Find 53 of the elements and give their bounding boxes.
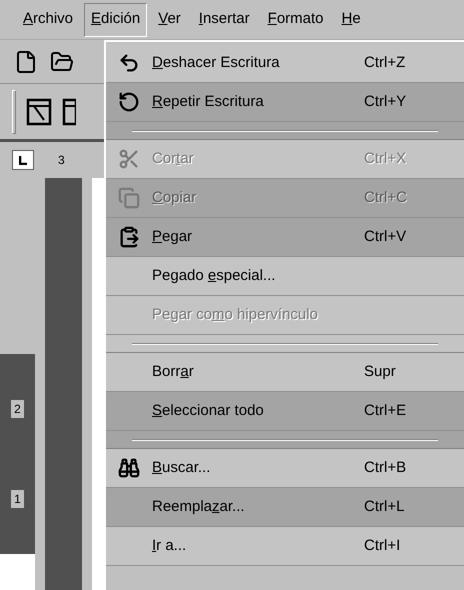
menu-item[interactable]: Buscar... Ctrl+B [106, 449, 464, 488]
shortcut-label: Ctrl+Z [364, 52, 406, 73]
menu-item[interactable]: Pegado especial... [106, 257, 464, 296]
menu-item[interactable]: Ir a... Ctrl+I [106, 527, 464, 566]
menu-item-label: Cortar [152, 148, 195, 169]
table-icon[interactable] [62, 98, 76, 126]
shortcut-label: Ctrl+Y [364, 92, 406, 112]
menu-item-label: Ir a... [152, 536, 188, 556]
menu-bar-item[interactable]: Edición [84, 2, 148, 36]
ruler-number: 3 [58, 152, 65, 169]
menu-item-label: Borrar [152, 362, 195, 382]
left-tab-icon [19, 156, 27, 164]
menu-bar-item[interactable]: Ver [151, 2, 188, 36]
clipboard-icon [118, 226, 140, 248]
copy-icon [118, 187, 140, 209]
menu-item-label: Deshacer Escritura [152, 52, 281, 73]
shortcut-label: Ctrl+B [364, 458, 406, 478]
shortcut-label: Ctrl+I [364, 536, 400, 556]
menu-item-label: Copiar [152, 188, 198, 208]
shortcut-label: Ctrl+L [364, 496, 404, 517]
shortcut-label: Ctrl+V [364, 226, 406, 247]
menu-item[interactable]: Seleccionar todo Ctrl+E [106, 392, 464, 431]
shortcut-label: Ctrl+X [364, 148, 406, 169]
tab-stop-selector[interactable] [12, 150, 34, 170]
menu-item-label: Buscar... [152, 458, 212, 478]
menu-item[interactable]: Reemplazar... Ctrl+L [106, 488, 464, 527]
menu-item[interactable]: Pegar Ctrl+V [106, 218, 464, 257]
menu-item[interactable]: Repetir Escritura Ctrl+Y [106, 83, 464, 122]
scissors-icon [118, 148, 140, 170]
menu-bar-item[interactable]: Archivo [16, 2, 80, 36]
menu-item-label: Pegado especial... [152, 266, 276, 286]
menu-bar-item[interactable]: Insertar [192, 2, 257, 36]
open-folder-icon[interactable] [50, 50, 74, 74]
toolbar-handle[interactable] [12, 90, 16, 134]
shortcut-label: Ctrl+E [364, 400, 406, 421]
ruler-number: 2 [11, 400, 24, 418]
menu-item-label: Pegar [152, 226, 194, 247]
shortcut-label: Supr [364, 362, 396, 382]
redo-icon [118, 91, 140, 113]
shortcut-label: Ctrl+C [364, 188, 407, 208]
menu-item[interactable]: Deshacer Escritura Ctrl+Z [106, 44, 464, 83]
frame-icon[interactable] [26, 98, 52, 126]
menu-item-label: Pegar como hipervínculo [152, 304, 319, 325]
menu-item[interactable]: Borrar Supr [106, 353, 464, 392]
menu-bar-item[interactable]: He [334, 2, 368, 36]
undo-icon [118, 52, 140, 74]
menu-item-label: Reemplazar... [152, 496, 246, 517]
menu-item-label: Seleccionar todo [152, 400, 265, 421]
menu-item-label: Repetir Escritura [152, 92, 265, 112]
ruler-number: 1 [11, 490, 24, 508]
menu-bar-item[interactable]: Formato [260, 2, 330, 36]
binoculars-icon [118, 457, 140, 479]
new-document-icon[interactable] [14, 50, 38, 74]
